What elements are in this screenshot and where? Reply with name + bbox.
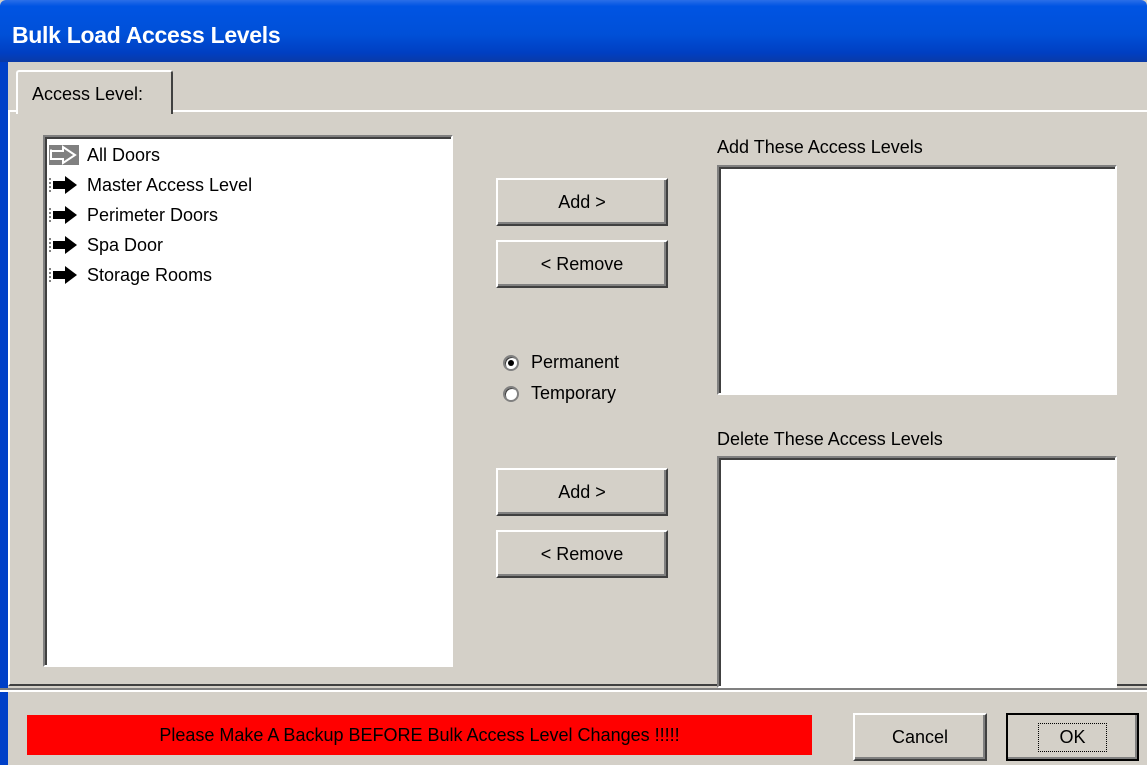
title-bar[interactable]: Bulk Load Access Levels [0,0,1147,62]
radio-button[interactable] [503,385,519,402]
ok-label: OK [1038,722,1107,752]
radio-label: Temporary [531,383,617,403]
list-item-label: All Doors [87,144,161,165]
ok-button[interactable]: OK [1006,713,1139,761]
window-left-border [0,62,8,765]
cancel-button[interactable]: Cancel [853,713,987,761]
list-item[interactable]: All Doors [49,141,160,169]
access-level-source-list[interactable]: All Doors Master Access Level Perimeter … [43,135,453,667]
remove-delete-button[interactable]: < Remove [496,530,668,578]
window-title: Bulk Load Access Levels [12,22,281,48]
list-item[interactable]: Spa Door [49,231,163,259]
delete-levels-list[interactable] [717,456,1117,688]
arrow-right-icon [49,206,77,224]
list-item-label: Storage Rooms [87,264,213,285]
add-delete-button[interactable]: Add > [496,468,668,516]
backup-warning: Please Make A Backup BEFORE Bulk Access … [27,715,812,755]
radio-temporary[interactable]: Temporary [503,383,616,404]
warning-text: Please Make A Backup BEFORE Bulk Access … [159,724,680,745]
radio-permanent[interactable]: Permanent [503,352,619,373]
arrow-right-icon [49,176,77,194]
list-item-label: Master Access Level [87,174,253,195]
add-levels-label: Add These Access Levels [717,137,923,157]
add-access-button[interactable]: Add > [496,178,668,226]
remove-access-button[interactable]: < Remove [496,240,668,288]
list-item-label: Spa Door [87,234,164,255]
cancel-label: Cancel [891,726,949,747]
radio-button[interactable] [503,354,519,371]
add-levels-list[interactable] [717,165,1117,395]
tab-label: Access Level: [32,84,144,104]
bulk-load-dialog: Bulk Load Access Levels Access Level: Al… [0,0,1147,765]
list-item-label: Perimeter Doors [87,204,219,225]
radio-selected-dot [508,359,514,366]
arrow-right-outline-icon [49,145,79,165]
tab-access-level[interactable]: Access Level: [16,70,173,114]
arrow-right-icon [49,236,77,254]
list-item[interactable]: Storage Rooms [49,261,212,289]
radio-label: Permanent [531,352,620,372]
divider [0,690,1147,692]
delete-levels-label: Delete These Access Levels [717,429,943,449]
arrow-right-icon [49,266,77,284]
list-item[interactable]: Perimeter Doors [49,201,218,229]
list-item[interactable]: Master Access Level [49,171,252,199]
